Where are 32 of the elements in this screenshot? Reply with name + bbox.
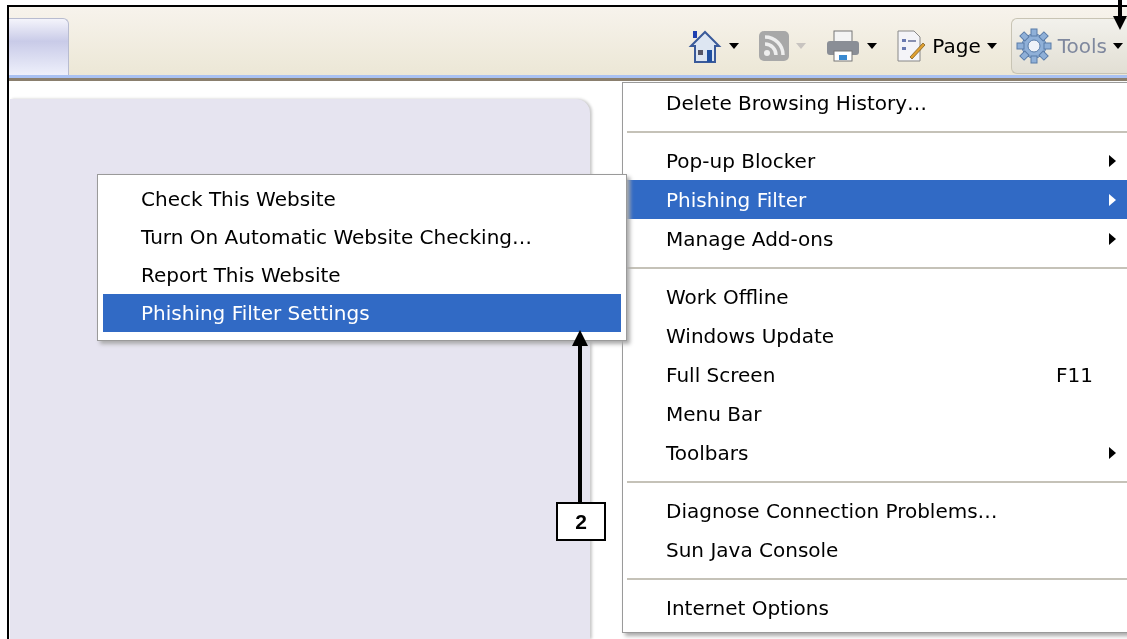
- caret-icon: [986, 43, 997, 49]
- menu-item[interactable]: Full Screen F11: [626, 355, 1127, 394]
- menu-item[interactable]: Phishing Filter Settings: [103, 294, 621, 332]
- menu-item[interactable]: Toolbars: [626, 433, 1127, 472]
- submenu-arrow-icon: [1109, 154, 1116, 167]
- menu-item[interactable]: Manage Add-ons: [626, 219, 1127, 258]
- page-icon: [896, 29, 927, 63]
- menu-item[interactable]: Diagnose Connection Problems…: [626, 491, 1127, 530]
- menu-item[interactable]: Check This Website: [103, 180, 621, 218]
- menu-item[interactable]: Delete Browsing History…: [626, 83, 1127, 122]
- menu-item[interactable]: Windows Update: [626, 316, 1127, 355]
- menu-item[interactable]: Report This Website: [103, 256, 621, 294]
- caret-icon: [1113, 43, 1123, 49]
- feed-icon: [758, 30, 791, 62]
- menu-item[interactable]: Internet Options: [626, 588, 1127, 627]
- caret-icon: [796, 43, 807, 49]
- menu-item[interactable]: Phishing Filter: [626, 180, 1127, 219]
- printer-icon: [825, 29, 862, 63]
- menu-item[interactable]: Pop-up Blocker: [626, 141, 1127, 180]
- caret-icon: [867, 43, 878, 49]
- submenu-arrow-icon: [1109, 193, 1116, 206]
- submenu-arrow-icon: [1109, 232, 1116, 245]
- page-menu-button[interactable]: Page: [891, 18, 1001, 74]
- menu-item[interactable]: Menu Bar: [626, 394, 1127, 433]
- menu-item[interactable]: Work Offline: [626, 277, 1127, 316]
- caret-icon: [729, 43, 740, 49]
- gear-icon: [1015, 28, 1052, 64]
- house-icon: [687, 28, 724, 64]
- menu-item[interactable]: Sun Java Console: [626, 530, 1127, 569]
- callout-number: 2: [556, 502, 606, 541]
- submenu-arrow-icon: [1109, 446, 1116, 459]
- menu-item[interactable]: Turn On Automatic Website Checking…: [103, 218, 621, 256]
